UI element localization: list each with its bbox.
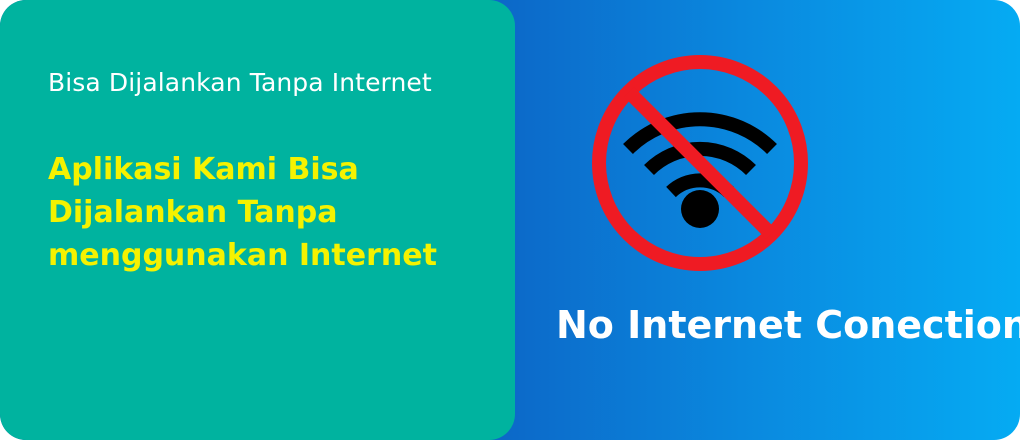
no-wifi-icon (585, 48, 815, 278)
no-internet-caption: No Internet Conection (556, 303, 1020, 347)
wifi-dot (681, 190, 719, 228)
feature-description: Aplikasi Kami Bisa Dijalankan Tanpa meng… (48, 148, 437, 277)
feature-description-line-2: Dijalankan Tanpa (48, 195, 338, 230)
no-wifi-icon-graphic (592, 55, 808, 271)
left-panel: Bisa Dijalankan Tanpa Internet Aplikasi … (0, 0, 515, 440)
feature-description-line-1: Aplikasi Kami Bisa (48, 152, 359, 187)
offline-banner: Bisa Dijalankan Tanpa Internet Aplikasi … (0, 0, 1020, 440)
feature-description-line-3: menggunakan Internet (48, 238, 437, 273)
feature-title: Bisa Dijalankan Tanpa Internet (48, 68, 432, 97)
